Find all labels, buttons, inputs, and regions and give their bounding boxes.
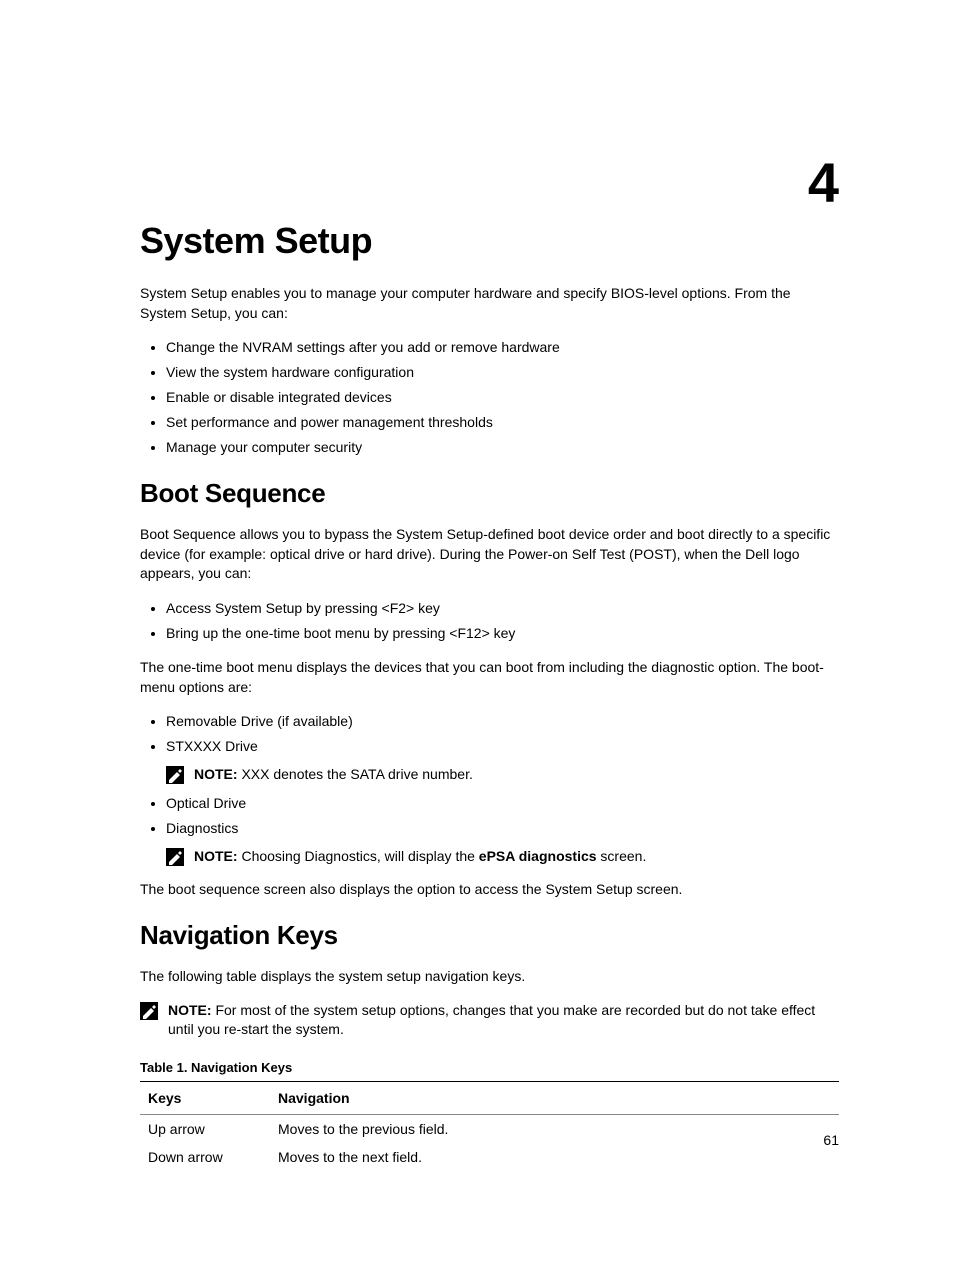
table-cell-key: Down arrow — [140, 1143, 270, 1171]
note-label: NOTE: — [168, 1002, 212, 1018]
page-title: System Setup — [140, 220, 839, 262]
note-label: NOTE: — [194, 766, 238, 782]
list-item: Set performance and power management thr… — [166, 412, 839, 433]
table-cell-nav: Moves to the next field. — [270, 1143, 839, 1171]
table-row: Down arrow Moves to the next field. — [140, 1143, 839, 1171]
note-icon — [166, 766, 184, 784]
list-item: Enable or disable integrated devices — [166, 387, 839, 408]
note-container: NOTE: XXX denotes the SATA drive number. — [140, 765, 839, 785]
note-bold: ePSA diagnostics — [479, 848, 597, 864]
note-text: NOTE: Choosing Diagnostics, will display… — [194, 847, 839, 867]
list-item: Access System Setup by pressing <F2> key — [166, 598, 839, 619]
note-text: NOTE: XXX denotes the SATA drive number. — [194, 765, 839, 785]
navigation-keys-table: Keys Navigation Up arrow Moves to the pr… — [140, 1081, 839, 1171]
nav-paragraph-1: The following table displays the system … — [140, 967, 839, 987]
list-item: Diagnostics — [166, 818, 839, 839]
note-block: NOTE: XXX denotes the SATA drive number. — [166, 765, 839, 785]
list-item: Change the NVRAM settings after you add … — [166, 337, 839, 358]
table-header-navigation: Navigation — [270, 1081, 839, 1114]
table-cell-nav: Moves to the previous field. — [270, 1114, 839, 1143]
note-block: NOTE: For most of the system setup optio… — [140, 1001, 839, 1040]
note-body-b: screen. — [597, 848, 647, 864]
boot-paragraph-2: The one-time boot menu displays the devi… — [140, 658, 839, 697]
note-label: NOTE: — [194, 848, 238, 864]
list-item: Removable Drive (if available) — [166, 711, 839, 732]
table-header-keys: Keys — [140, 1081, 270, 1114]
note-block: NOTE: Choosing Diagnostics, will display… — [166, 847, 839, 867]
list-item: Manage your computer security — [166, 437, 839, 458]
boot-paragraph-1: Boot Sequence allows you to bypass the S… — [140, 525, 839, 584]
boot-bullet-list-1: Access System Setup by pressing <F2> key… — [166, 598, 839, 644]
intro-paragraph: System Setup enables you to manage your … — [140, 284, 839, 323]
boot-paragraph-3: The boot sequence screen also displays t… — [140, 880, 839, 900]
table-row: Up arrow Moves to the previous field. — [140, 1114, 839, 1143]
list-item: Bring up the one-time boot menu by press… — [166, 623, 839, 644]
boot-sequence-heading: Boot Sequence — [140, 478, 839, 509]
note-icon — [140, 1002, 158, 1020]
chapter-number: 4 — [808, 150, 839, 215]
boot-bullet-list-2: Removable Drive (if available) STXXXX Dr… — [166, 711, 839, 866]
note-body: For most of the system setup options, ch… — [168, 1002, 815, 1038]
table-caption: Table 1. Navigation Keys — [140, 1060, 839, 1075]
list-item: STXXXX Drive — [166, 736, 839, 757]
list-item: Optical Drive — [166, 793, 839, 814]
table-cell-key: Up arrow — [140, 1114, 270, 1143]
table-header-row: Keys Navigation — [140, 1081, 839, 1114]
page-content: 4 System Setup System Setup enables you … — [0, 0, 954, 1231]
intro-bullet-list: Change the NVRAM settings after you add … — [166, 337, 839, 458]
page-number: 61 — [823, 1132, 839, 1148]
navigation-keys-heading: Navigation Keys — [140, 920, 839, 951]
list-item: View the system hardware configuration — [166, 362, 839, 383]
note-text: NOTE: For most of the system setup optio… — [168, 1001, 839, 1040]
note-body-a: Choosing Diagnostics, will display the — [238, 848, 479, 864]
note-body: XXX denotes the SATA drive number. — [238, 766, 473, 782]
note-container: NOTE: Choosing Diagnostics, will display… — [140, 847, 839, 867]
note-icon — [166, 848, 184, 866]
